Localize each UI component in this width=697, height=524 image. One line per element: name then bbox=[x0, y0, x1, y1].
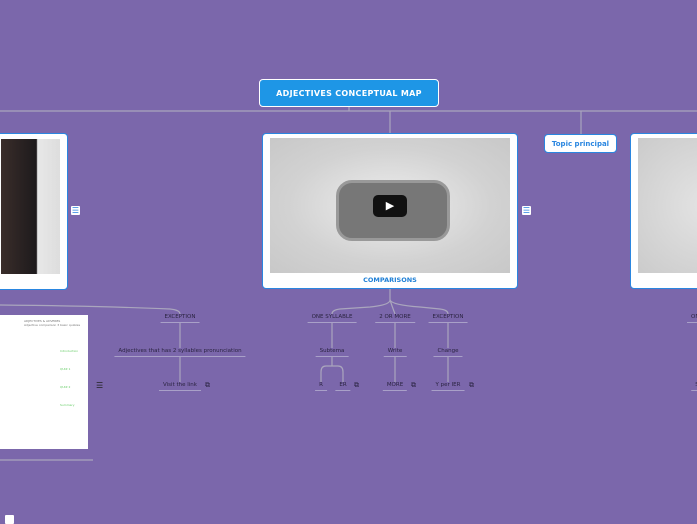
left-image-card[interactable] bbox=[0, 133, 68, 290]
leaf-y-per-ier[interactable]: Y per IER bbox=[431, 382, 465, 391]
external-link-icon[interactable]: ⧉ bbox=[205, 381, 210, 390]
node-change[interactable]: Change bbox=[433, 348, 463, 357]
leaf-er[interactable]: ER bbox=[335, 382, 351, 391]
branch-exception-left[interactable]: EXCEPTION bbox=[160, 314, 200, 323]
external-link-icon[interactable]: ⧉ bbox=[411, 381, 416, 390]
comparisons-video-card[interactable]: ▶ COMPARISONS bbox=[262, 133, 518, 289]
branch-right-one[interactable]: ONE bbox=[687, 314, 697, 323]
play-icon[interactable]: ▶ bbox=[373, 195, 407, 217]
notes-menu-icon[interactable]: ☰ bbox=[71, 206, 80, 215]
leaf-right-s[interactable]: S bbox=[691, 382, 697, 391]
doc-item: QUIZ 1 bbox=[60, 367, 71, 371]
doc-item: Summary bbox=[60, 403, 75, 407]
topic-principal-node[interactable]: Topic principal bbox=[544, 134, 617, 153]
document-preview[interactable]: ADJECTIVES & ADVERBS Adjective compariso… bbox=[0, 315, 88, 449]
doc-item: Introduction bbox=[60, 349, 79, 353]
root-node[interactable]: ADJECTIVES CONCEPTUAL MAP bbox=[259, 79, 439, 107]
video-thumbnail[interactable]: ▶ bbox=[270, 138, 510, 273]
external-link-icon[interactable]: ⧉ bbox=[354, 381, 359, 390]
node-subtema[interactable]: Subtema bbox=[315, 348, 349, 357]
node-write[interactable]: Write bbox=[383, 348, 407, 357]
doc-item: QUIZ 2 bbox=[60, 385, 71, 389]
right-thumbnail bbox=[638, 138, 697, 273]
leaf-r[interactable]: R bbox=[315, 382, 327, 391]
node-two-syllables[interactable]: Adjectives that has 2 syllables pronunci… bbox=[114, 348, 246, 357]
branch-two-or-more[interactable]: 2 OR MORE bbox=[375, 314, 415, 323]
right-image-card[interactable] bbox=[630, 133, 697, 289]
notes-menu-icon[interactable]: ☰ bbox=[96, 381, 103, 390]
external-link-icon[interactable]: ⧉ bbox=[469, 381, 474, 390]
card-caption: COMPARISONS bbox=[363, 276, 417, 284]
branch-one-syllable[interactable]: ONE SYLLABLE bbox=[307, 314, 357, 323]
visit-link[interactable]: Visit the link bbox=[159, 382, 201, 391]
leaf-more[interactable]: MORE bbox=[382, 382, 408, 391]
presenter-image bbox=[1, 139, 60, 274]
doc-subtitle: Adjective comparison 3 basic quizzes bbox=[24, 323, 81, 327]
branch-exception[interactable]: EXCEPTION bbox=[428, 314, 468, 323]
notes-menu-icon[interactable]: ☰ bbox=[522, 206, 531, 215]
